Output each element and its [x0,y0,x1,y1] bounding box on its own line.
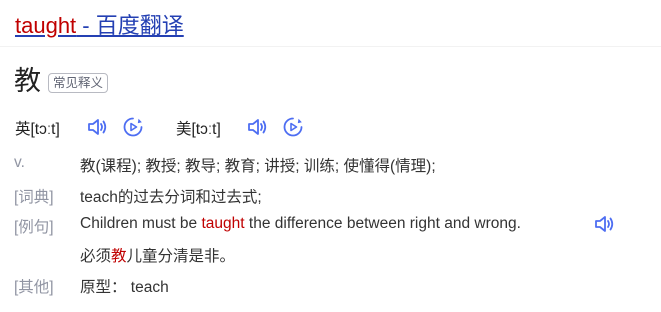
play-circle-icon[interactable] [282,116,304,138]
example-en-before: Children must be [80,215,202,232]
headword: 教 [14,66,41,96]
example-zh-keyword: 教 [111,248,127,265]
headword-tag: 常见释义 [48,73,109,93]
example-zh-after: 儿童分清是非。 [126,248,236,265]
example-en-after: the difference between right and wrong. [244,215,521,232]
speaker-icon[interactable] [86,116,108,138]
example-sentence-en: Children must be taught the difference b… [80,215,521,233]
example-sentence-zh: 必须教儿童分清是非。 [80,244,235,266]
example-en-keyword: taught [201,215,245,232]
definition-text: 教(课程); 教授; 教导; 教育; 讲授; 训练; 使懂得(情理); [80,158,436,175]
divider [0,46,661,47]
play-circle-icon[interactable] [122,116,144,138]
cidian-text: teach的过去分词和过去式; [80,189,262,206]
cidian-label: [词典] [14,189,54,206]
other-label: [其他] [14,279,54,296]
other-text: 原型： teach [80,279,169,296]
speaker-icon[interactable] [246,116,268,138]
example-zh-before: 必须 [80,248,112,265]
example-label: [例句] [14,219,54,236]
title-suffix[interactable]: - 百度翻译 [76,13,183,38]
title-keyword[interactable]: taught [15,13,76,38]
pos-label: v. [14,154,25,171]
us-pronunciation: 美[tɔːt] [176,121,221,138]
speaker-icon[interactable] [593,213,615,235]
uk-pronunciation: 英[tɔːt] [15,121,60,138]
result-title-link[interactable]: taught - 百度翻译 [15,8,184,40]
